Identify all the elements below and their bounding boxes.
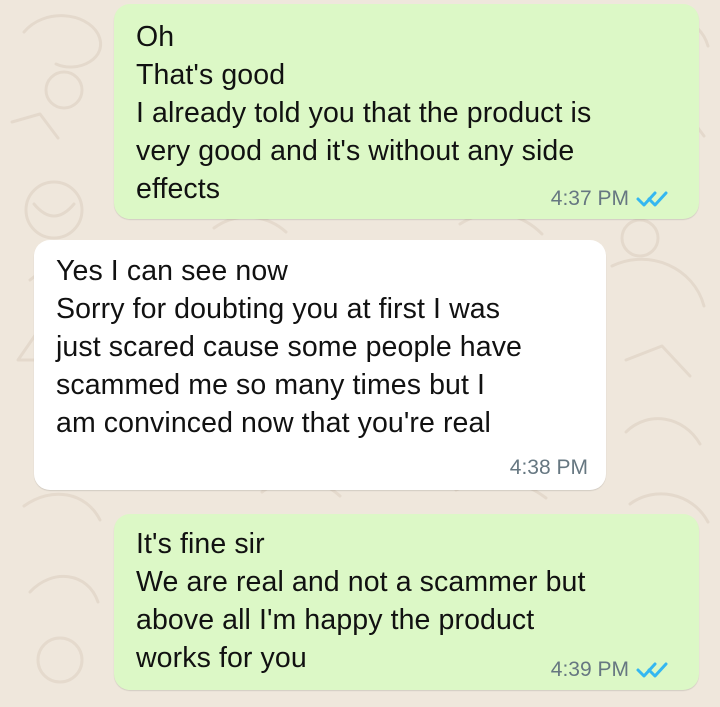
message-line: It's fine sir: [136, 528, 265, 560]
message-line: Sorry for doubting you at first I was: [56, 293, 501, 325]
message-line: effects: [136, 173, 221, 205]
message-meta: 4:39 PM: [551, 658, 669, 682]
message-meta: 4:37 PM: [551, 187, 669, 211]
message-meta: 4:38 PM: [510, 456, 588, 480]
message-line: We are real and not a scammer but: [136, 566, 586, 598]
message-bubble-outgoing-2[interactable]: It's fine sir We are real and not a scam…: [114, 514, 699, 690]
message-line: Oh: [136, 21, 175, 53]
message-line: Yes I can see now: [56, 255, 288, 287]
message-text: Yes I can see now Sorry for doubting you…: [56, 252, 522, 442]
double-check-icon: [635, 660, 669, 680]
message-text: Oh That's good I already told you that t…: [136, 18, 591, 208]
message-line: scammed me so many times but I: [56, 369, 486, 401]
message-time: 4:37 PM: [550, 187, 629, 210]
message-bubble-outgoing-1[interactable]: Oh That's good I already told you that t…: [114, 4, 699, 219]
message-bubble-incoming-1[interactable]: Yes I can see now Sorry for doubting you…: [34, 240, 606, 490]
message-line: very good and it's without any side: [136, 135, 575, 167]
message-line: above all I'm happy the product: [136, 604, 535, 636]
message-time: 4:39 PM: [550, 658, 629, 681]
message-line: just scared cause some people have: [56, 331, 523, 363]
message-text: It's fine sir We are real and not a scam…: [136, 525, 586, 677]
message-line: I already told you that the product is: [136, 97, 592, 129]
message-line: am convinced now that you're real: [56, 407, 491, 439]
message-time: 4:38 PM: [509, 456, 588, 479]
message-line: works for you: [136, 642, 307, 674]
double-check-icon: [635, 189, 669, 209]
message-line: That's good: [136, 59, 286, 91]
